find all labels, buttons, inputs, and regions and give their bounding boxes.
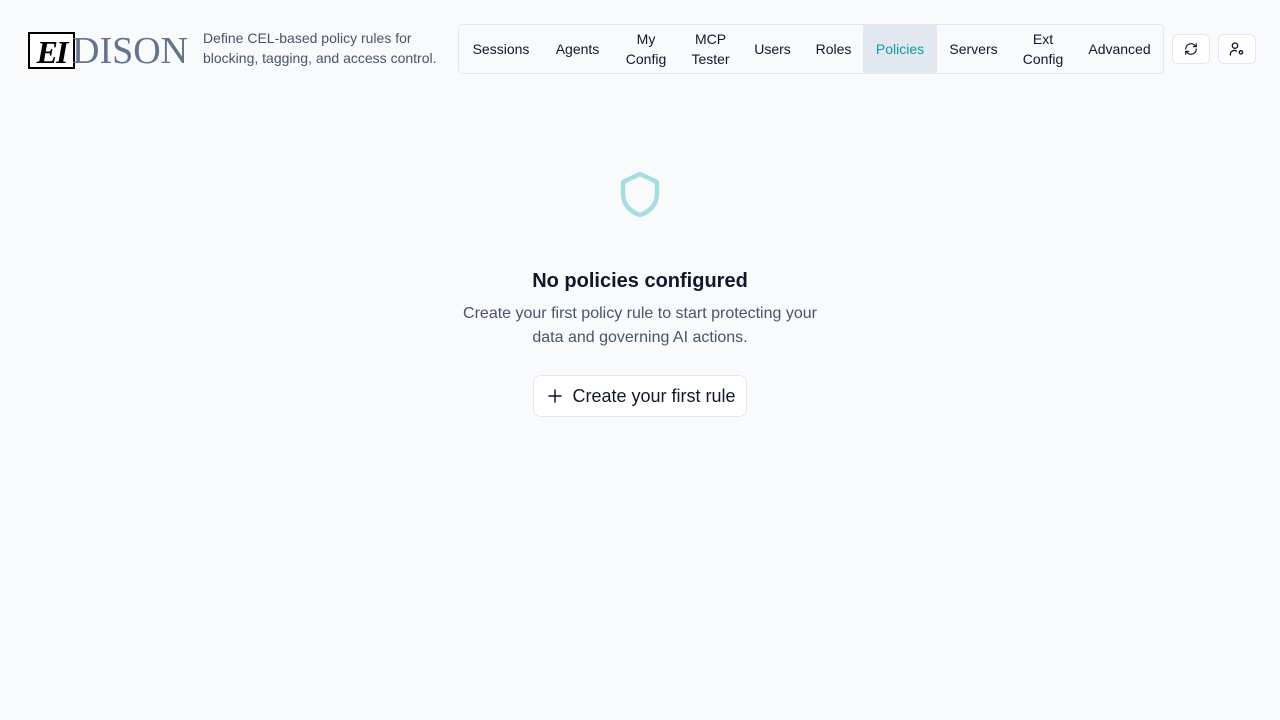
logo-text: DISON [72,30,189,72]
app-logo[interactable]: EI DISON [28,32,188,70]
empty-state-title: No policies configured [532,270,748,292]
tab-roles[interactable]: Roles [804,25,863,73]
logo-mark: EI [28,32,75,69]
tab-my-config[interactable]: My Config [612,25,680,73]
refresh-button[interactable] [1172,34,1210,64]
tab-servers[interactable]: Servers [937,25,1010,73]
tab-sessions[interactable]: Sessions [459,25,543,73]
app-header: EI DISON Define CEL-based policy rules f… [0,0,1280,96]
plus-icon [548,389,563,403]
create-first-rule-button[interactable]: Create your first rule [533,375,747,417]
empty-state-description: Create your first policy rule to start p… [463,305,817,346]
shield-icon [620,171,660,218]
tab-advanced[interactable]: Advanced [1076,25,1163,73]
tab-policies[interactable]: Policies [863,25,937,73]
create-first-rule-label: Create your first rule [572,385,736,406]
main-nav: Sessions Agents My Config MCP Tester Use… [458,24,1164,74]
refresh-icon [1185,43,1197,55]
tab-agents[interactable]: Agents [543,25,612,73]
tab-users[interactable]: Users [741,25,804,73]
user-settings-icon [1229,42,1244,56]
page-subtitle: Define CEL-based policy rules for blocki… [203,30,437,66]
tab-mcp-tester[interactable]: MCP Tester [680,25,741,73]
empty-state: No policies configured Create your first… [0,160,1280,417]
tab-ext-config[interactable]: Ext Config [1010,25,1076,73]
user-settings-button[interactable] [1218,34,1256,64]
